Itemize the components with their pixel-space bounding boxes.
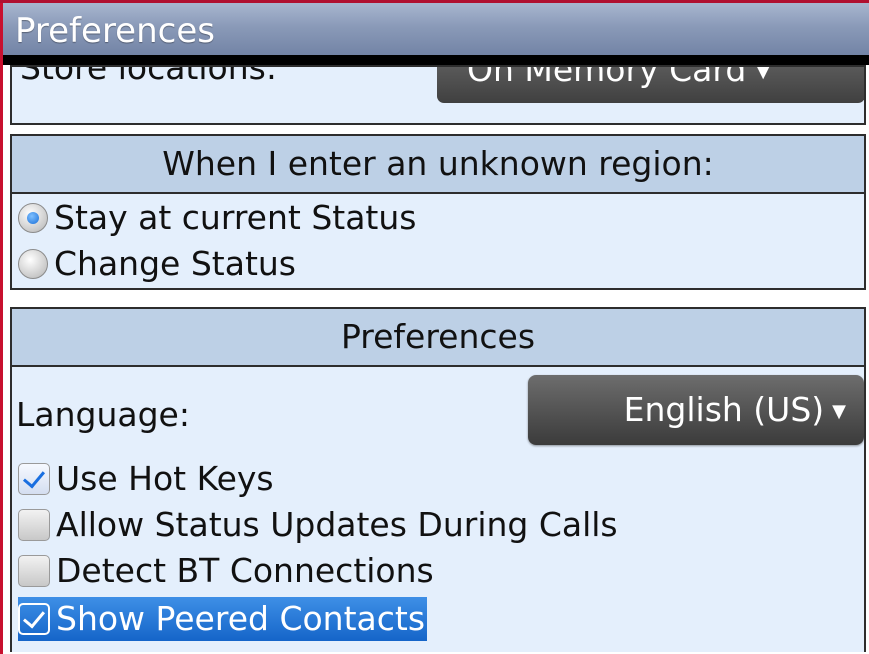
chevron-down-icon: ▼ — [832, 400, 846, 422]
checkbox-label: Show Peered Contacts — [56, 599, 426, 638]
checkbox-unchecked-icon — [18, 509, 50, 541]
radio-change-status[interactable]: Change Status — [18, 242, 296, 286]
chevron-down-icon: ▼ — [756, 65, 771, 82]
checkbox-allow-status-updates[interactable]: Allow Status Updates During Calls — [18, 503, 618, 547]
page-title: Preferences — [15, 11, 215, 51]
app-screen: Preferences Store locations: On Memory C… — [0, 0, 869, 654]
store-locations-value: On Memory Card — [467, 65, 747, 89]
preferences-section: Preferences Language: English (US) ▼ Use … — [10, 307, 866, 652]
unknown-region-section: When I enter an unknown region: Stay at … — [10, 134, 866, 290]
window-border-top — [0, 0, 869, 3]
store-locations-dropdown[interactable]: On Memory Card ▼ — [437, 65, 864, 103]
language-label: Language: — [16, 395, 190, 434]
checkbox-checked-icon — [18, 603, 50, 635]
checkbox-label: Use Hot Keys — [56, 459, 274, 498]
store-locations-section: Store locations: On Memory Card ▼ — [10, 65, 866, 125]
radio-label: Change Status — [54, 244, 296, 283]
checkbox-use-hot-keys[interactable]: Use Hot Keys — [18, 457, 274, 501]
radio-selected-icon — [18, 203, 48, 233]
language-value: English (US) — [623, 390, 825, 429]
preferences-header: Preferences — [12, 309, 864, 367]
checkbox-unchecked-icon — [18, 555, 50, 587]
checkbox-detect-bt-connections[interactable]: Detect BT Connections — [18, 549, 434, 593]
checkbox-label: Allow Status Updates During Calls — [56, 505, 618, 544]
checkbox-checked-icon — [18, 463, 50, 495]
store-locations-label: Store locations: — [20, 65, 277, 87]
language-dropdown[interactable]: English (US) ▼ — [528, 375, 864, 445]
radio-label: Stay at current Status — [54, 198, 417, 237]
unknown-region-header: When I enter an unknown region: — [12, 136, 864, 194]
window-border — [0, 0, 3, 654]
checkbox-label: Detect BT Connections — [56, 551, 434, 590]
title-bar-divider — [3, 55, 869, 65]
radio-stay-current-status[interactable]: Stay at current Status — [18, 196, 416, 240]
title-bar: Preferences — [3, 3, 869, 55]
radio-unselected-icon — [18, 249, 48, 279]
checkbox-show-peered-contacts[interactable]: Show Peered Contacts — [18, 597, 428, 641]
